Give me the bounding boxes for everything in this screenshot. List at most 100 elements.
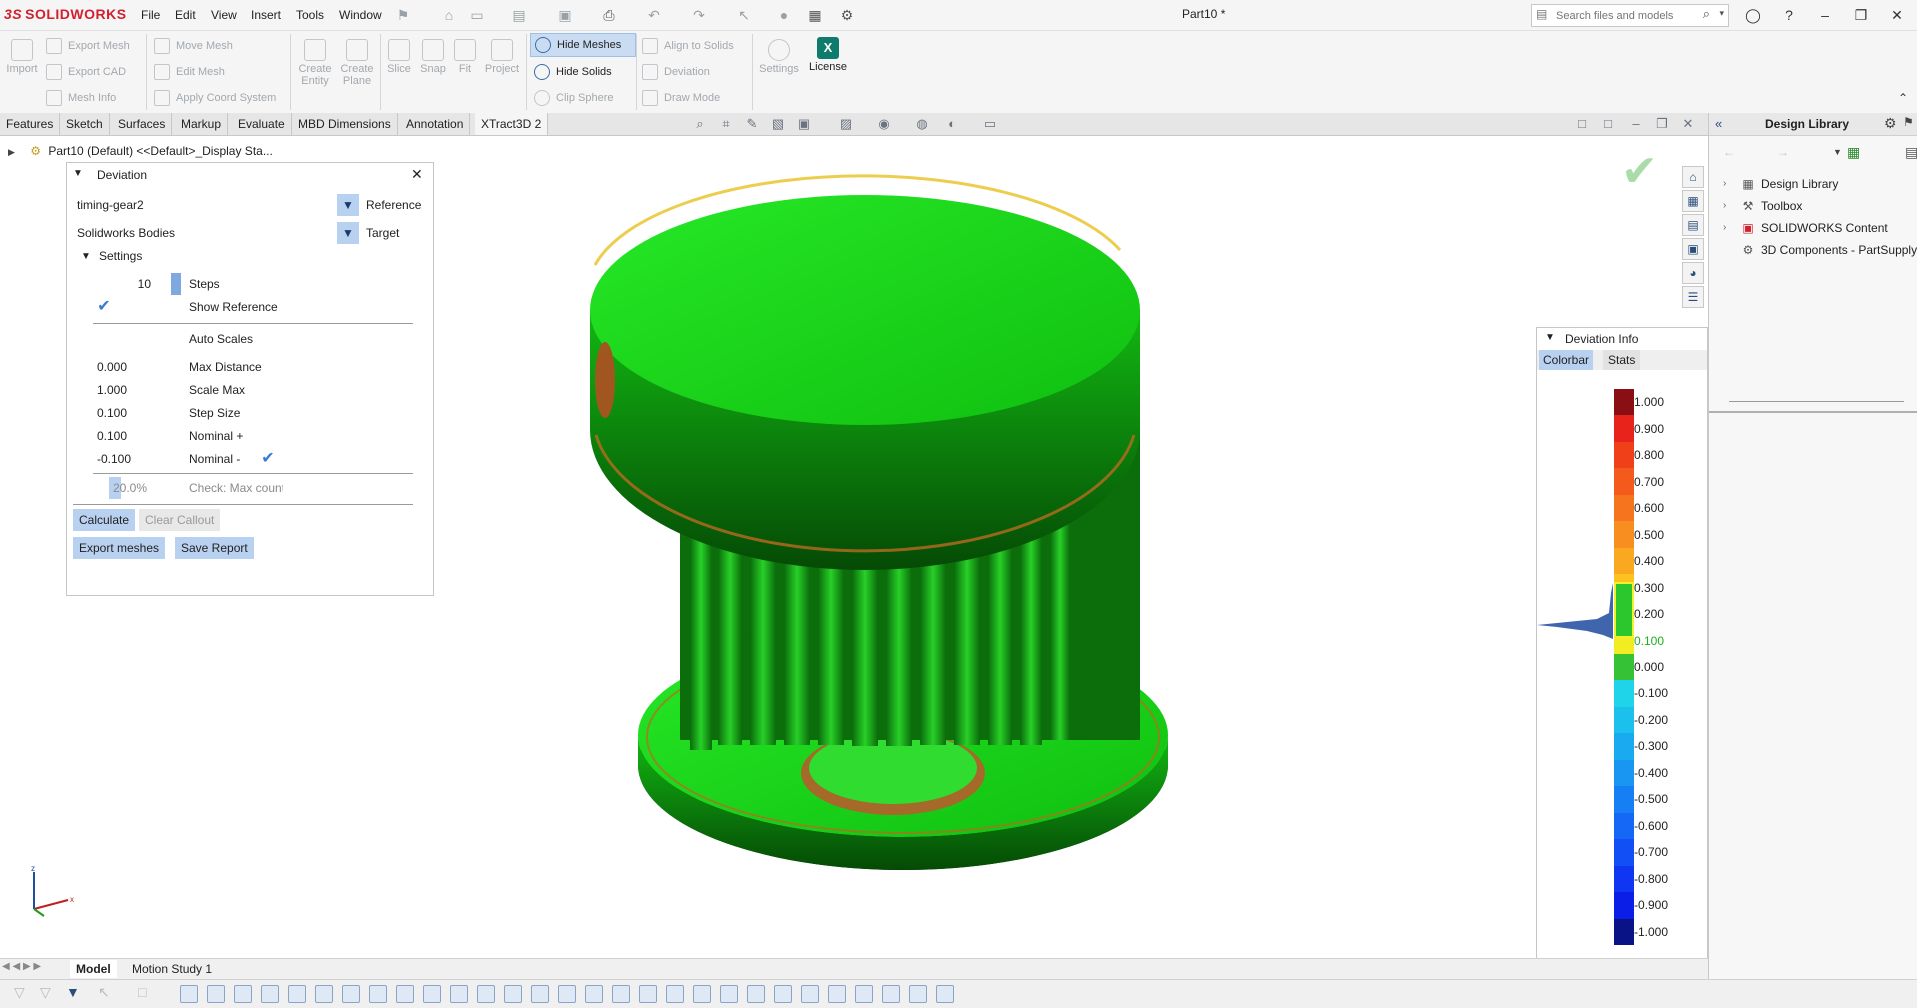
home-strip-icon[interactable]: ⌂ bbox=[1682, 166, 1704, 188]
search-input[interactable] bbox=[1554, 5, 1708, 26]
export-cad-button[interactable]: Export CAD bbox=[46, 64, 126, 80]
menu-file[interactable]: File bbox=[141, 8, 160, 22]
selection-filter-icon[interactable] bbox=[720, 985, 738, 1003]
chevron-down-icon[interactable]: ▾ bbox=[1719, 8, 1724, 19]
create-folder-icon[interactable]: ▤ bbox=[1905, 144, 1917, 161]
filter-active-icon[interactable]: ▼ bbox=[66, 984, 80, 1000]
tab-evaluate[interactable]: Evaluate bbox=[232, 113, 292, 135]
open-folder-icon[interactable]: ▤ bbox=[510, 6, 528, 24]
clip-sphere-button[interactable]: Clip Sphere bbox=[534, 90, 613, 106]
import-button[interactable]: Import bbox=[6, 39, 38, 75]
selection-filter-icon[interactable] bbox=[909, 985, 927, 1003]
selection-filter-icon[interactable] bbox=[450, 985, 468, 1003]
tab-xtract3d[interactable]: XTract3D 2 bbox=[475, 113, 549, 135]
selection-filter-icon[interactable] bbox=[585, 985, 603, 1003]
filter-icon[interactable]: ▽ bbox=[14, 984, 25, 1001]
mesh-info-button[interactable]: Mesh Info bbox=[46, 90, 116, 106]
project-button[interactable]: Project bbox=[482, 39, 522, 75]
step-size-input[interactable] bbox=[93, 402, 173, 424]
auto-scales-checkbox[interactable] bbox=[93, 328, 115, 350]
selection-filter-icon[interactable] bbox=[801, 985, 819, 1003]
selection-filter-icon[interactable] bbox=[396, 985, 414, 1003]
search-icon[interactable]: ⌕ bbox=[1703, 6, 1710, 22]
display-style-icon[interactable]: ▨ bbox=[838, 116, 854, 132]
scale-max-input[interactable] bbox=[93, 379, 173, 401]
tile-left-icon[interactable]: □ bbox=[1574, 116, 1590, 132]
selection-filter-icon[interactable] bbox=[693, 985, 711, 1003]
chevron-down-icon[interactable]: ▼ bbox=[1833, 147, 1842, 157]
create-entity-button[interactable]: Create Entity bbox=[296, 39, 334, 87]
tab-mbd-dimensions[interactable]: MBD Dimensions bbox=[292, 113, 398, 135]
selection-filter-icon[interactable] bbox=[936, 985, 954, 1003]
selection-filter-icon[interactable] bbox=[261, 985, 279, 1003]
confirm-checkmark-icon[interactable]: ✔ bbox=[1621, 150, 1658, 194]
hide-solids-button[interactable]: Hide Solids bbox=[534, 64, 612, 80]
selection-filter-icon[interactable] bbox=[423, 985, 441, 1003]
tab-colorbar[interactable]: Colorbar bbox=[1539, 350, 1594, 370]
steps-spinner[interactable] bbox=[171, 273, 181, 295]
redo-icon[interactable]: ↷ bbox=[690, 6, 708, 24]
tab-stats[interactable]: Stats bbox=[1603, 350, 1641, 370]
selection-filter-icon[interactable] bbox=[477, 985, 495, 1003]
collapse-arrow-icon[interactable]: ▼ bbox=[73, 168, 83, 179]
nominal-minus-input[interactable] bbox=[93, 448, 173, 470]
deviation-button[interactable]: Deviation bbox=[642, 64, 710, 80]
collapse-ribbon-icon[interactable]: ⌃ bbox=[1898, 91, 1908, 105]
scroll-arrows-icon[interactable]: ◀ ◀ ▶ ▶ bbox=[2, 961, 41, 972]
selection-filter-icon[interactable] bbox=[180, 985, 198, 1003]
selection-filter-icon[interactable] bbox=[288, 985, 306, 1003]
hide-show-items-icon[interactable]: ◉ bbox=[876, 116, 892, 132]
viewport-minimize-icon[interactable]: – bbox=[1628, 116, 1644, 132]
menu-tools[interactable]: Tools bbox=[296, 8, 324, 22]
view-palette-strip-icon[interactable]: ▣ bbox=[1682, 238, 1704, 260]
appearances-strip-icon[interactable]: ◕ bbox=[1682, 262, 1704, 284]
apply-coord-system-button[interactable]: Apply Coord System bbox=[154, 90, 276, 106]
menu-insert[interactable]: Insert bbox=[251, 8, 281, 22]
view-orientation-icon[interactable]: ▣ bbox=[796, 116, 812, 132]
tile-right-icon[interactable]: □ bbox=[1600, 116, 1616, 132]
collapse-arrow-icon[interactable]: ▼ bbox=[1545, 332, 1555, 343]
menu-view[interactable]: View bbox=[211, 8, 237, 22]
tab-motion-study[interactable]: Motion Study 1 bbox=[126, 960, 218, 978]
menu-window[interactable]: Window bbox=[339, 8, 382, 22]
tab-model[interactable]: Model bbox=[70, 960, 117, 978]
close-icon[interactable]: ✕ bbox=[411, 166, 423, 183]
move-mesh-button[interactable]: Move Mesh bbox=[154, 38, 233, 54]
home-icon[interactable]: ⌂ bbox=[440, 6, 458, 24]
clear-filter-icon[interactable]: □ bbox=[138, 984, 146, 1000]
tab-features[interactable]: Features bbox=[0, 113, 61, 135]
hide-meshes-button[interactable]: Hide Meshes bbox=[530, 33, 636, 57]
back-icon[interactable]: ← bbox=[1723, 145, 1735, 159]
max-count-progress[interactable]: 20.0% bbox=[93, 477, 173, 499]
license-button[interactable]: X License bbox=[806, 37, 850, 73]
close-window-icon[interactable]: ✕ bbox=[1886, 5, 1908, 25]
selection-filter-icon[interactable] bbox=[369, 985, 387, 1003]
design-library-strip-icon[interactable]: ▦ bbox=[1682, 190, 1704, 212]
create-plane-button[interactable]: Create Plane bbox=[338, 39, 376, 87]
new-document-icon[interactable]: ▭ bbox=[468, 6, 486, 24]
expand-arrow-icon[interactable]: › bbox=[1723, 178, 1726, 189]
3d-model-viewport[interactable] bbox=[560, 170, 1200, 880]
viewport-maximize-icon[interactable]: ❐ bbox=[1654, 116, 1670, 132]
selection-filter-icon[interactable] bbox=[315, 985, 333, 1003]
selection-filter-icon[interactable] bbox=[558, 985, 576, 1003]
custom-properties-strip-icon[interactable]: ☰ bbox=[1682, 286, 1704, 308]
help-icon[interactable]: ? bbox=[1778, 5, 1800, 25]
reference-select[interactable] bbox=[73, 194, 343, 216]
account-icon[interactable]: ◯ bbox=[1742, 5, 1764, 25]
selection-filter-icon[interactable] bbox=[531, 985, 549, 1003]
edit-mesh-button[interactable]: Edit Mesh bbox=[154, 64, 225, 80]
previous-view-icon[interactable]: ✎ bbox=[744, 116, 760, 132]
selection-filter-icon[interactable] bbox=[774, 985, 792, 1003]
reference-dropdown-icon[interactable]: ▼ bbox=[337, 194, 359, 216]
nominal-plus-input[interactable] bbox=[93, 425, 173, 447]
dl-item-solidworks-content[interactable]: SOLIDWORKS Content bbox=[1761, 221, 1888, 235]
export-mesh-button[interactable]: Export Mesh bbox=[46, 38, 130, 54]
selection-filter-icon[interactable] bbox=[207, 985, 225, 1003]
export-meshes-button[interactable]: Export meshes bbox=[73, 537, 166, 559]
forward-icon[interactable]: → bbox=[1777, 145, 1789, 159]
pane-splitter[interactable] bbox=[1709, 411, 1917, 413]
dl-item-design-library[interactable]: Design Library bbox=[1761, 177, 1838, 191]
settings-button[interactable]: Settings bbox=[756, 39, 802, 75]
solidworks-logo[interactable]: 3S SOLIDWORKS bbox=[4, 6, 127, 22]
